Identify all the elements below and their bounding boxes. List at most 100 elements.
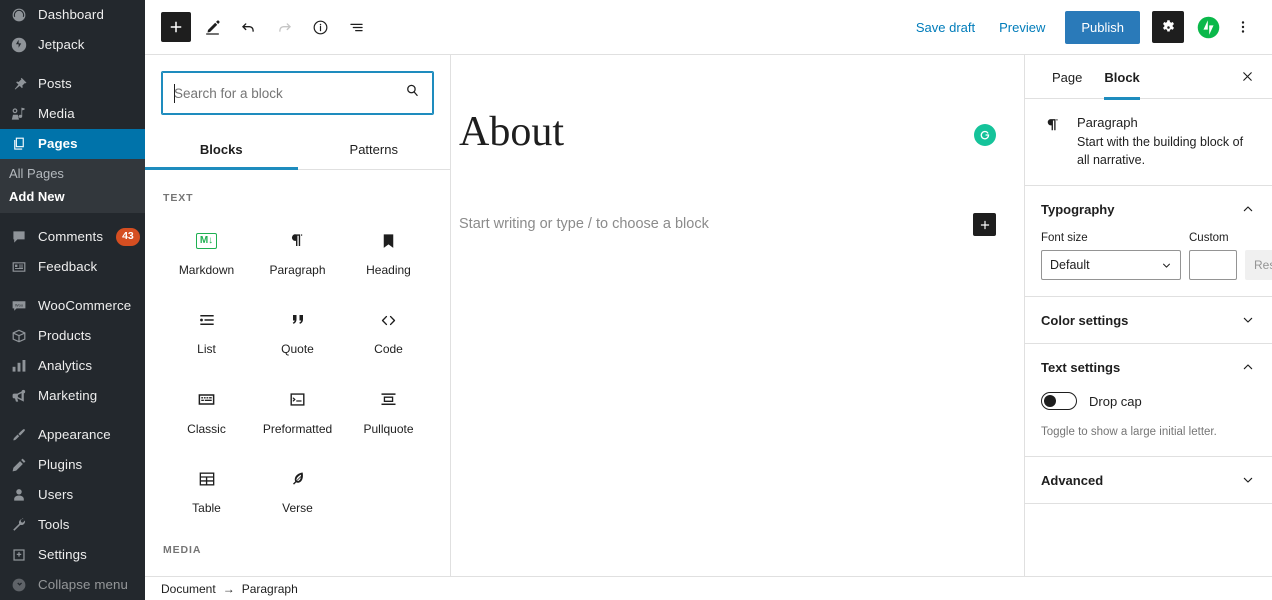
submenu-item-all-pages[interactable]: All Pages bbox=[0, 162, 145, 185]
drop-cap-toggle[interactable] bbox=[1041, 392, 1077, 411]
sidebar-item-label: Jetpack bbox=[38, 37, 85, 53]
breadcrumb-paragraph[interactable]: Paragraph bbox=[242, 582, 298, 596]
sidebar-item-plugins[interactable]: Plugins bbox=[0, 450, 145, 480]
block-item-markdown[interactable]: M↓ Markdown bbox=[161, 214, 252, 287]
sidebar-item-media[interactable]: Media bbox=[0, 99, 145, 129]
text-caret bbox=[174, 84, 175, 103]
typography-panel-title: Typography bbox=[1041, 201, 1115, 217]
editor-footer: Document → Paragraph bbox=[145, 576, 1272, 600]
sidebar-item-products[interactable]: Products bbox=[0, 321, 145, 351]
color-settings-panel-header[interactable]: Color settings bbox=[1025, 297, 1272, 343]
custom-size-label: Custom bbox=[1189, 232, 1229, 245]
sidebar-item-comments[interactable]: Comments 43 bbox=[0, 222, 145, 252]
advanced-panel-header[interactable]: Advanced bbox=[1025, 457, 1272, 503]
plugins-icon bbox=[9, 455, 29, 475]
font-size-select[interactable]: Default bbox=[1041, 250, 1181, 281]
sidebar-item-label: Collapse menu bbox=[38, 577, 128, 593]
block-item-quote[interactable]: Quote bbox=[252, 293, 343, 366]
breadcrumb-document[interactable]: Document bbox=[161, 582, 216, 596]
edit-mode-button[interactable] bbox=[197, 12, 227, 42]
block-item-label: Markdown bbox=[178, 263, 235, 277]
search-box[interactable] bbox=[161, 71, 434, 115]
sidebar-item-dashboard[interactable]: Dashboard bbox=[0, 0, 145, 30]
redo-button[interactable] bbox=[269, 12, 299, 42]
submenu-item-add-new[interactable]: Add New bbox=[0, 185, 145, 208]
sidebar-item-label: Analytics bbox=[38, 358, 93, 374]
close-settings-button[interactable] bbox=[1230, 60, 1264, 94]
settings-toggle-button[interactable] bbox=[1152, 11, 1184, 43]
block-item-label: Preformatted bbox=[262, 421, 333, 436]
sidebar-item-posts[interactable]: Posts bbox=[0, 69, 145, 99]
advanced-panel: Advanced bbox=[1025, 457, 1272, 505]
more-options-button[interactable] bbox=[1230, 11, 1256, 43]
classic-icon bbox=[196, 387, 217, 413]
reset-font-size-button[interactable]: Reset bbox=[1245, 250, 1272, 281]
typography-panel-body: Font size Default Custom Re bbox=[1025, 232, 1272, 296]
text-settings-panel-title: Text settings bbox=[1041, 359, 1121, 375]
chevron-down-icon bbox=[1240, 472, 1256, 488]
sidebar-item-feedback[interactable]: Feedback bbox=[0, 252, 145, 282]
analytics-icon bbox=[9, 356, 29, 376]
text-settings-panel-header[interactable]: Text settings bbox=[1025, 344, 1272, 390]
search-input[interactable] bbox=[162, 72, 433, 114]
page-title[interactable]: About bbox=[459, 107, 974, 157]
sidebar-item-collapse-menu[interactable]: Collapse menu bbox=[0, 570, 145, 600]
add-block-toolbar-button[interactable] bbox=[161, 12, 191, 42]
inline-add-block-button[interactable] bbox=[973, 213, 996, 237]
settings-sidebar: Page Block Paragraph Start with the buil… bbox=[1024, 55, 1272, 576]
undo-button[interactable] bbox=[233, 12, 263, 42]
jetpack-button[interactable] bbox=[1192, 11, 1224, 43]
tab-page[interactable]: Page bbox=[1041, 55, 1093, 99]
sidebar-item-label: Comments bbox=[38, 229, 104, 245]
sidebar-item-settings[interactable]: Settings bbox=[0, 540, 145, 570]
sidebar-item-users[interactable]: Users bbox=[0, 480, 145, 510]
block-item-paragraph[interactable]: Paragraph bbox=[252, 214, 343, 287]
tab-blocks[interactable]: Blocks bbox=[145, 129, 298, 170]
table-icon bbox=[197, 466, 217, 492]
markdown-icon: M↓ bbox=[195, 228, 218, 254]
sidebar-item-analytics[interactable]: Analytics bbox=[0, 351, 145, 381]
publish-button[interactable]: Publish bbox=[1065, 10, 1140, 44]
block-item-heading[interactable]: Heading bbox=[343, 214, 434, 287]
sidebar-item-appearance[interactable]: Appearance bbox=[0, 420, 145, 450]
toggle-knob bbox=[1044, 394, 1056, 407]
sidebar-item-pages[interactable]: Pages bbox=[0, 129, 145, 159]
block-item-preformatted[interactable]: Preformatted bbox=[252, 373, 343, 446]
typography-panel-header[interactable]: Typography bbox=[1025, 186, 1272, 232]
editor-canvas[interactable]: About Start writing or type / to choose … bbox=[451, 55, 1024, 576]
sidebar-item-marketing[interactable]: Marketing bbox=[0, 381, 145, 411]
undo-icon bbox=[241, 22, 254, 32]
feedback-icon bbox=[9, 257, 29, 277]
custom-size-input[interactable] bbox=[1189, 250, 1237, 281]
list-view-button[interactable] bbox=[341, 12, 371, 42]
grammarly-icon[interactable] bbox=[974, 124, 996, 147]
save-draft-button[interactable]: Save draft bbox=[906, 12, 985, 43]
font-size-field: Font size Default bbox=[1041, 232, 1181, 281]
inserter-block-list[interactable]: TEXT M↓ Markdown Paragraph Heading List … bbox=[145, 170, 450, 576]
sidebar-item-jetpack[interactable]: Jetpack bbox=[0, 30, 145, 60]
pages-icon bbox=[9, 134, 29, 154]
tab-patterns[interactable]: Patterns bbox=[298, 129, 451, 169]
paragraph-placeholder[interactable]: Start writing or type / to choose a bloc… bbox=[459, 213, 973, 236]
sidebar-separator bbox=[0, 213, 145, 222]
jetpack-icon bbox=[1197, 16, 1219, 38]
selected-block-card: Paragraph Start with the building block … bbox=[1025, 99, 1272, 187]
sidebar-item-tools[interactable]: Tools bbox=[0, 510, 145, 540]
block-item-classic[interactable]: Classic bbox=[161, 373, 252, 446]
sidebar-item-label: Feedback bbox=[38, 259, 98, 275]
block-item-table[interactable]: Table bbox=[161, 452, 252, 525]
block-item-code[interactable]: Code bbox=[343, 293, 434, 366]
pilcrow-icon bbox=[1041, 115, 1065, 169]
block-item-list[interactable]: List bbox=[161, 293, 252, 366]
preview-button[interactable]: Preview bbox=[989, 12, 1055, 43]
block-item-verse[interactable]: Verse bbox=[252, 452, 343, 525]
document-details-button[interactable] bbox=[305, 12, 335, 42]
pencil-icon bbox=[205, 19, 220, 35]
font-size-select-wrap: Default bbox=[1041, 250, 1181, 281]
sidebar-item-label: Users bbox=[38, 487, 74, 503]
gear-icon-shape bbox=[1162, 19, 1174, 32]
sidebar-item-woocommerce[interactable]: Woo WooCommerce bbox=[0, 291, 145, 321]
tab-block[interactable]: Block bbox=[1093, 55, 1150, 100]
dashboard-icon bbox=[9, 5, 29, 25]
block-item-pullquote[interactable]: Pullquote bbox=[343, 373, 434, 446]
